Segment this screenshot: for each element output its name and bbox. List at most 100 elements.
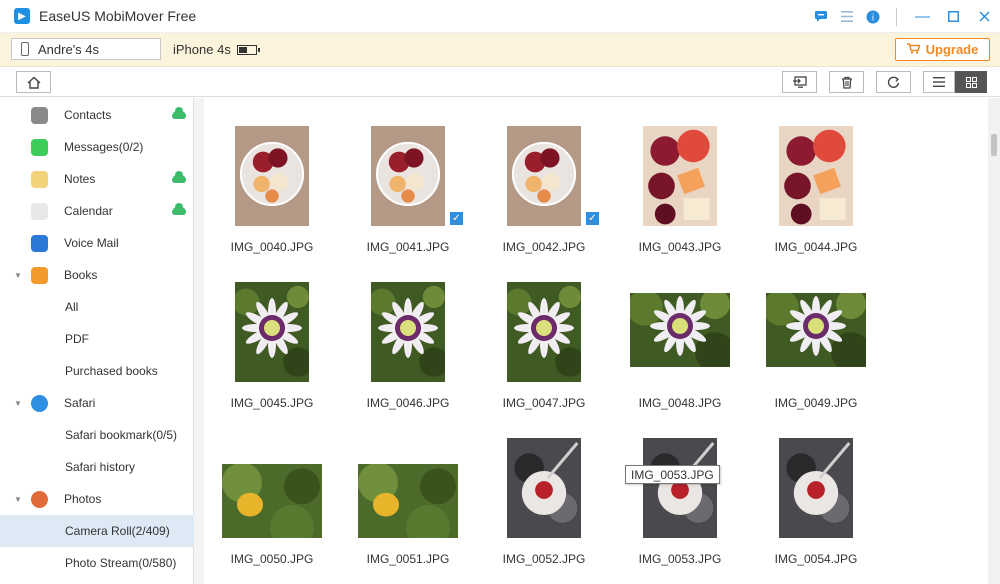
sidebar-item-purchased-books[interactable]: Purchased books <box>0 355 194 387</box>
notes-icon <box>31 170 48 188</box>
photo-thumbnail[interactable]: IMG_0054.JPG <box>752 410 888 566</box>
photo-image[interactable] <box>779 438 853 538</box>
transfer-to-computer-button[interactable] <box>782 71 817 93</box>
sidebar-subitem-label: Camera Roll(2/409) <box>65 524 170 538</box>
photo-thumbnail[interactable]: IMG_0050.JPG <box>208 410 344 566</box>
cloud-sync-icon <box>172 203 186 215</box>
photo-image[interactable] <box>507 438 581 538</box>
photo-filename: IMG_0041.JPG <box>366 240 450 254</box>
app-window: ▶ EaseUS MobiMover Free i — Andre's 4s i… <box>0 0 1000 584</box>
photo-image[interactable] <box>235 282 309 382</box>
photo-thumbnail[interactable]: IMG_0048.JPG <box>616 254 752 410</box>
close-button[interactable] <box>969 4 1000 30</box>
sidebar-item-safari-bookmark[interactable]: Safari bookmark(0/5) <box>0 419 194 451</box>
photo-image[interactable] <box>235 126 309 226</box>
voicemail-icon <box>31 234 48 252</box>
feedback-icon[interactable] <box>808 4 834 30</box>
grid-view-button[interactable] <box>955 71 987 93</box>
sidebar-item-messages[interactable]: Messages(0/2) <box>0 131 194 163</box>
vertical-scrollbar[interactable] <box>988 98 1000 584</box>
home-button[interactable] <box>16 71 51 93</box>
photo-image[interactable] <box>630 293 730 367</box>
cart-icon <box>906 42 921 57</box>
battery-fill <box>238 46 248 53</box>
cloud-sync-icon <box>172 107 186 119</box>
sidebar-item-voice-mail[interactable]: Voice Mail <box>0 227 194 259</box>
menu-icon[interactable] <box>834 4 860 30</box>
list-view-button[interactable] <box>923 71 955 93</box>
cloud-sync-icon <box>172 171 186 183</box>
photo-filename: IMG_0047.JPG <box>502 396 586 410</box>
sidebar-item-label: Books <box>64 268 98 282</box>
photo-image[interactable] <box>507 126 581 226</box>
photo-image[interactable] <box>766 293 866 367</box>
photo-image[interactable] <box>507 282 581 382</box>
upgrade-button[interactable]: Upgrade <box>895 38 990 61</box>
sidebar-item-pdf[interactable]: PDF <box>0 323 194 355</box>
selected-checkbox[interactable]: ✓ <box>450 212 463 225</box>
sidebar-item-books[interactable]: ▼ Books <box>0 259 194 291</box>
photo-filename: IMG_0042.JPG <box>502 240 586 254</box>
sidebar-item-safari-history[interactable]: Safari history <box>0 451 194 483</box>
photo-filename: IMG_0053.JPG <box>638 552 722 566</box>
scrollbar-thumb[interactable] <box>991 134 997 156</box>
photo-thumbnail[interactable]: IMG_0046.JPG <box>344 254 480 410</box>
expand-caret-icon[interactable]: ▼ <box>14 271 22 280</box>
selected-checkbox[interactable]: ✓ <box>586 212 599 225</box>
trash-icon <box>841 76 852 89</box>
sidebar-splitter[interactable] <box>194 98 204 584</box>
photo-image[interactable] <box>371 126 445 226</box>
photo-image[interactable] <box>779 126 853 226</box>
sidebar-item-safari[interactable]: ▼ Safari <box>0 387 194 419</box>
sidebar-item-label: Messages(0/2) <box>64 140 144 154</box>
photo-filename: IMG_0046.JPG <box>366 396 450 410</box>
sidebar-item-label: Notes <box>64 172 96 186</box>
upgrade-label: Upgrade <box>925 42 979 57</box>
sidebar-item-notes[interactable]: Notes <box>0 163 194 195</box>
photo-thumbnail[interactable]: ✓ IMG_0042.JPG <box>480 98 616 254</box>
photo-thumbnail[interactable]: IMG_0045.JPG <box>208 254 344 410</box>
sidebar-item-calendar[interactable]: Calendar <box>0 195 194 227</box>
photo-thumbnail[interactable]: IMG_0053.JPG <box>616 410 752 566</box>
photo-thumbnail[interactable]: ✓ IMG_0041.JPG <box>344 98 480 254</box>
photo-thumbnail[interactable]: IMG_0040.JPG <box>208 98 344 254</box>
photo-thumbnail[interactable]: IMG_0044.JPG <box>752 98 888 254</box>
expand-caret-icon[interactable]: ▼ <box>14 399 22 408</box>
photo-thumbnail[interactable]: IMG_0051.JPG <box>344 410 480 566</box>
photo-thumbnail[interactable]: IMG_0052.JPG <box>480 410 616 566</box>
sidebar-subitem-label: Safari history <box>65 460 136 474</box>
minimize-button[interactable]: — <box>907 4 938 30</box>
device-model-label: iPhone 4s <box>173 42 231 57</box>
title-bar-controls: i — <box>808 0 1000 33</box>
svg-text:i: i <box>872 13 875 23</box>
photo-filename: IMG_0051.JPG <box>366 552 450 566</box>
sidebar-item-camera-roll[interactable]: Camera Roll(2/409) <box>0 515 194 547</box>
filename-tooltip: IMG_0053.JPG <box>625 465 720 484</box>
title-bar-separator <box>896 7 897 26</box>
sidebar-item-photo-stream[interactable]: Photo Stream(0/580) <box>0 547 194 579</box>
photo-thumbnail[interactable]: IMG_0049.JPG <box>752 254 888 410</box>
refresh-button[interactable] <box>876 71 911 93</box>
photo-thumbnail[interactable]: IMG_0047.JPG <box>480 254 616 410</box>
sidebar-item-photos[interactable]: ▼ Photos <box>0 483 194 515</box>
device-selector[interactable]: Andre's 4s <box>11 38 161 60</box>
sidebar-item-all[interactable]: All <box>0 291 194 323</box>
list-view-icon <box>933 77 945 87</box>
contacts-icon <box>31 106 48 124</box>
photo-thumbnail[interactable]: IMG_0043.JPG <box>616 98 752 254</box>
help-icon[interactable]: i <box>860 4 886 30</box>
photo-image[interactable] <box>222 464 322 538</box>
refresh-icon <box>887 76 900 88</box>
device-model: iPhone 4s <box>173 42 260 57</box>
photo-filename: IMG_0044.JPG <box>774 240 858 254</box>
sidebar-subitem-label: Safari bookmark(0/5) <box>65 428 178 442</box>
maximize-button[interactable] <box>938 4 969 30</box>
photo-image[interactable] <box>643 438 717 538</box>
photo-filename: IMG_0054.JPG <box>774 552 858 566</box>
photo-image[interactable] <box>371 282 445 382</box>
expand-caret-icon[interactable]: ▼ <box>14 495 22 504</box>
delete-button[interactable] <box>829 71 864 93</box>
sidebar-item-contacts[interactable]: Contacts <box>0 99 194 131</box>
photo-image[interactable] <box>358 464 458 538</box>
photo-image[interactable] <box>643 126 717 226</box>
